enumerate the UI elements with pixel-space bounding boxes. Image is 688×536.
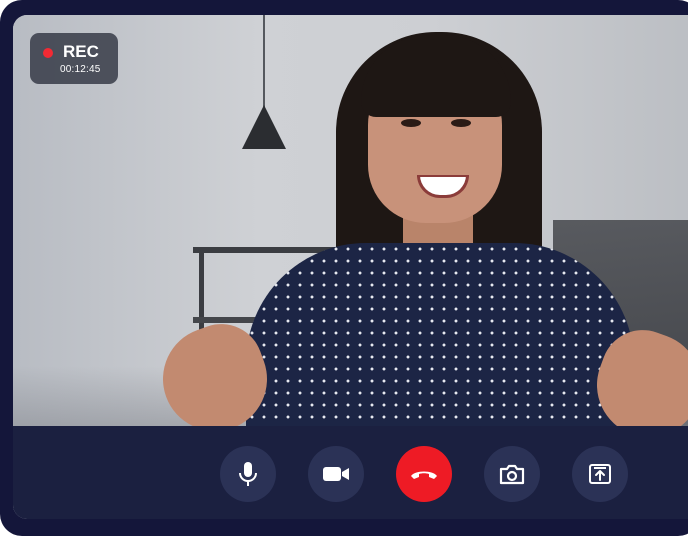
share-screen-icon bbox=[588, 463, 612, 485]
participant-eye-right bbox=[451, 119, 471, 127]
recording-timer: 00:12:45 bbox=[60, 64, 101, 75]
microphone-button[interactable] bbox=[220, 446, 276, 502]
phone-hangup-icon bbox=[409, 467, 439, 481]
recording-dot-icon bbox=[43, 48, 53, 58]
microphone-icon bbox=[237, 461, 259, 487]
video-camera-icon bbox=[322, 465, 350, 483]
photo-camera-icon bbox=[499, 463, 525, 485]
end-call-button[interactable] bbox=[396, 446, 452, 502]
participant-eye-left bbox=[401, 119, 421, 127]
video-camera-button[interactable] bbox=[308, 446, 364, 502]
snapshot-button[interactable] bbox=[484, 446, 540, 502]
recording-label: REC bbox=[63, 42, 99, 61]
participant-shirt bbox=[246, 243, 634, 426]
share-screen-button[interactable] bbox=[572, 446, 628, 502]
